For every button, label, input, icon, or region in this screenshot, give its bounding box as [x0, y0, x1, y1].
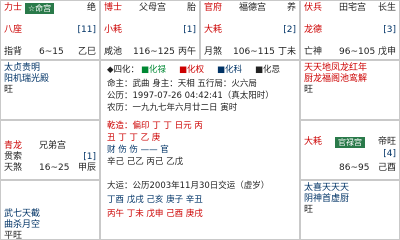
ganzhi: 乙巳 [77, 47, 96, 57]
hua-ke: ■化科 [217, 65, 243, 75]
palace-left-1[interactable]: 太贞贵明 阳机瑞光殿 旺 [0, 60, 100, 120]
index-label: [4] [383, 149, 396, 159]
brightness: 旺 [4, 85, 14, 95]
stars-line-2: 厨龙福阁池鸾解 [304, 74, 368, 84]
ganzhi: 丁未 [277, 47, 296, 57]
palace-ming[interactable]: 力士 ☆命宫 绝 八座 [11] 指背 6~15 乙巳 [0, 0, 100, 60]
ming-tag: ☆命宫 [25, 3, 55, 14]
palace-fumu[interactable]: 博士 父母宫 胎 小耗 [1] 咸池 116~125 丙午 [100, 0, 200, 60]
palace-fude[interactable]: 官府 福德宫 养 大耗 [2] 月煞 106~115 丁未 [200, 0, 300, 60]
age-range: 116~125 [133, 47, 175, 57]
center-panel: ◆四化： ■化禄 ■化权 ■化科 ■化忌 命主：武曲 身主：天相 五行局：火六局… [100, 60, 300, 240]
star-label: 伏兵 [304, 3, 323, 13]
guanlu-tag: 官禄宫 [335, 137, 365, 148]
phase-label: 帝旺 [377, 137, 396, 147]
age-range: 6~15 [39, 47, 64, 57]
stars-line-1: 太喜天天天 [304, 183, 350, 193]
line-1: 命主：武曲 身主：天相 五行局：火六局 [107, 79, 257, 89]
palace-name: 兄弟宫 [39, 141, 67, 151]
stars-line-2: 曲杀月空 [4, 220, 41, 230]
index-label: [2] [283, 25, 296, 35]
stars-line-1: 天天地凤龙红年 [304, 63, 368, 73]
phase-label: 长生 [377, 3, 396, 13]
ganzhi: 甲辰 [77, 163, 96, 173]
palace-name: 田宅宫 [339, 3, 367, 13]
ganzhi: 丙午 [177, 47, 196, 57]
brightness: 平旺 [4, 231, 23, 240]
stars-line-1: 太贞贵明 [4, 63, 41, 73]
star-label: 博士 [104, 3, 123, 13]
spirit-label: 指背 [4, 47, 23, 57]
star-label-2: 龙德 [304, 25, 323, 35]
index-label: [1] [183, 25, 196, 35]
star-label-2: 大耗 [204, 25, 223, 35]
stars-line-2: 阴神首虚厨 [304, 194, 350, 204]
star-label: 青龙 [4, 141, 23, 151]
spirit-label: 咸池 [104, 47, 123, 57]
palace-left-3[interactable]: 武七天截 曲杀月空 平旺 [0, 180, 100, 240]
line-7: 辛己 己乙 丙己 乙戊 [107, 157, 184, 167]
age-range: 16~25 [39, 163, 70, 173]
line-2: 公历：1997-07-26 04:42:41（真太阳时） [107, 91, 274, 101]
line-8: 大运：公历2003年11月30日交运（虚岁） [107, 181, 270, 191]
stars-line-1: 武七天截 [4, 209, 41, 219]
chart-grid: 力士 ☆命宫 绝 八座 [11] 指背 6~15 乙巳 博士 父母宫 胎 小耗 … [0, 0, 400, 240]
palace-right-1[interactable]: 天天地凤龙红年 厨龙福阁池鸾解 旺 [300, 60, 400, 120]
age-range: 106~115 [233, 47, 275, 57]
line-4: 乾造：偏印 丁 丁 日元 丙 [107, 121, 203, 131]
phase-label: 胎 [186, 3, 196, 13]
index-label: [3] [383, 25, 396, 35]
brightness: 旺 [304, 205, 314, 215]
palace-xiongdi[interactable]: 青龙 兄弟宫 贯索 [1] 天煞 16~25 甲辰 [0, 120, 100, 180]
palace-tianzhai[interactable]: 伏兵 田宅宫 长生 龙德 [3] 亡神 96~105 戊申 [300, 0, 400, 60]
age-range: 86~95 [339, 163, 370, 173]
hua-quan: ■化权 [179, 65, 205, 75]
sihua-title: ◆四化： [107, 65, 140, 75]
star-label-2: 八座 [4, 25, 23, 35]
spirit-label: 贯索 [4, 152, 23, 162]
star-label: 大耗 [304, 137, 323, 147]
ganzhi: 戊申 [377, 47, 396, 57]
phase-label: 养 [286, 3, 296, 13]
age-range: 96~105 [339, 47, 376, 57]
stars-line-2: 阳机瑞光殿 [4, 74, 50, 84]
star-label: 官府 [204, 3, 223, 13]
line-5: 丑 丁 丁 乙 庚 [107, 133, 161, 143]
line-9: 丁酉 戊戌 己亥 庚子 辛丑 [107, 195, 203, 205]
spirit-label: 月煞 [204, 47, 223, 57]
hua-ji: ■化忌 [255, 65, 281, 75]
line-3: 农历：一九九七年六月廿二日 寅时 [107, 103, 238, 113]
spirit-label-2: 天煞 [4, 163, 23, 173]
star-label: 力士 [4, 3, 23, 13]
phase-label: 绝 [86, 3, 96, 13]
star-label-2: 小耗 [104, 25, 123, 35]
brightness: 旺 [304, 85, 314, 95]
palace-name: 父母宫 [139, 3, 167, 13]
index-label: [1] [83, 152, 96, 162]
palace-right-3[interactable]: 太喜天天天 阴神首虚厨 旺 [300, 180, 400, 240]
index-label: [11] [77, 25, 96, 35]
line-6: 财 伤 伤 —— 官 [107, 145, 169, 155]
line-10: 丙午 丁未 戊申 己酉 庚戌 [107, 209, 203, 219]
hua-lu: ■化禄 [141, 65, 167, 75]
palace-guanlu[interactable]: 大耗 官禄宫 帝旺 [4] 86~95 己酉 [300, 120, 400, 180]
palace-name: 福德宫 [239, 3, 267, 13]
spirit-label: 亡神 [304, 47, 323, 57]
ganzhi: 己酉 [377, 163, 396, 173]
